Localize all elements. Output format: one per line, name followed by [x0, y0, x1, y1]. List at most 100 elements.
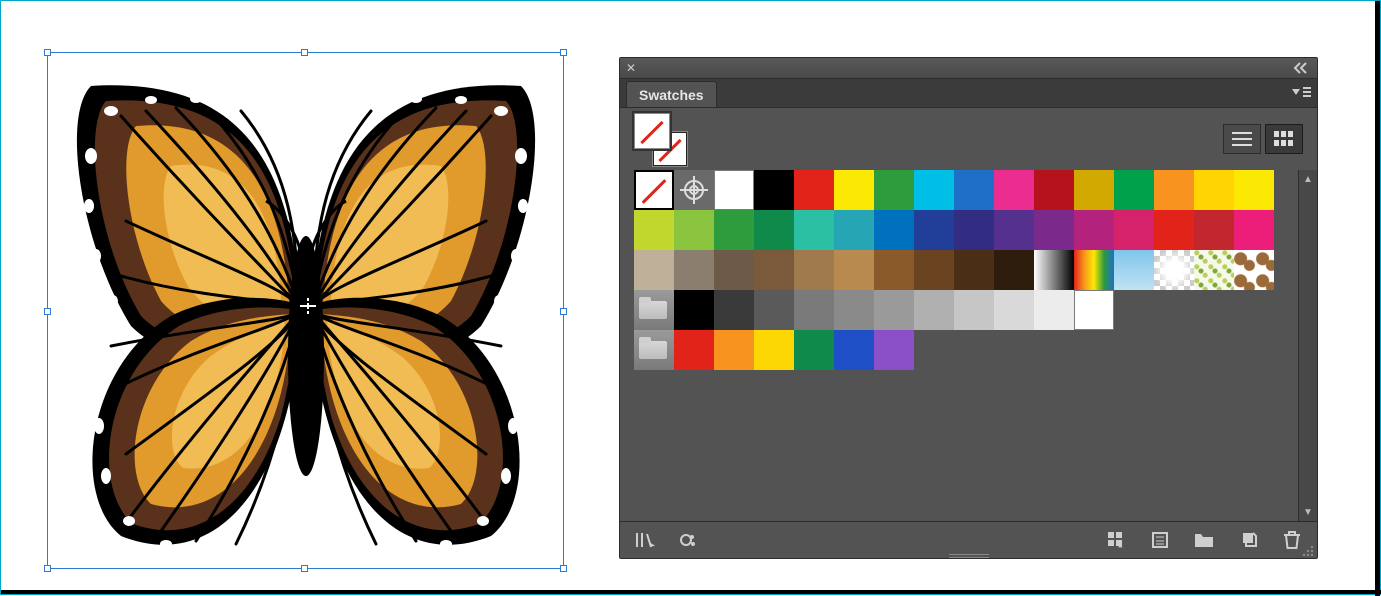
swatch-options-button[interactable] [1105, 529, 1127, 551]
swatch-1-3[interactable] [754, 210, 794, 250]
swatches-tab[interactable]: Swatches [626, 81, 717, 107]
swatch-3-10[interactable] [1034, 290, 1074, 330]
swatch-2-7[interactable] [914, 250, 954, 290]
panel-drag-handle[interactable] [939, 553, 999, 558]
new-folder-button[interactable] [1193, 529, 1215, 551]
swatch-1-10[interactable] [1034, 210, 1074, 250]
swatch-0-9[interactable] [994, 170, 1034, 210]
swatch-3-5[interactable] [834, 290, 874, 330]
swatch-1-6[interactable] [874, 210, 914, 250]
swatch-2-9[interactable] [994, 250, 1034, 290]
swatch-1-9[interactable] [994, 210, 1034, 250]
panel-tab-row: Swatches [620, 79, 1317, 108]
fill-swatch[interactable] [634, 113, 670, 149]
selection-handle-sw[interactable] [44, 565, 51, 572]
swatch-4-6[interactable] [874, 330, 914, 370]
swatch-2-8[interactable] [954, 250, 994, 290]
swatch-4-0[interactable] [634, 330, 674, 370]
swatch-4-1[interactable] [674, 330, 714, 370]
swatch-1-8[interactable] [954, 210, 994, 250]
swatch-0-1[interactable] [674, 170, 714, 210]
swatch-1-7[interactable] [914, 210, 954, 250]
fill-stroke-indicator[interactable] [634, 113, 686, 165]
selection-handle-e[interactable] [560, 308, 567, 315]
swatch-4-2[interactable] [714, 330, 754, 370]
swatch-0-4[interactable] [794, 170, 834, 210]
swatch-0-6[interactable] [874, 170, 914, 210]
swatch-3-9[interactable] [994, 290, 1034, 330]
panel-menu-icon[interactable] [1285, 82, 1317, 105]
show-kinds-button[interactable] [678, 529, 700, 551]
panel-titlebar[interactable]: ✕ [620, 58, 1317, 79]
selection-handle-ne[interactable] [560, 49, 567, 56]
swatch-grid [620, 170, 1298, 521]
swatch-2-13[interactable] [1154, 250, 1194, 290]
swatch-0-14[interactable] [1194, 170, 1234, 210]
swatch-2-0[interactable] [634, 250, 674, 290]
swatch-3-8[interactable] [954, 290, 994, 330]
swatch-libraries-button[interactable] [634, 529, 656, 551]
swatch-2-14[interactable] [1194, 250, 1234, 290]
selection-handle-n[interactable] [301, 49, 308, 56]
swatch-0-15[interactable] [1234, 170, 1274, 210]
selection-handle-se[interactable] [560, 565, 567, 572]
swatch-0-10[interactable] [1034, 170, 1074, 210]
swatch-1-0[interactable] [634, 210, 674, 250]
swatch-1-2[interactable] [714, 210, 754, 250]
swatch-0-13[interactable] [1154, 170, 1194, 210]
swatch-2-10[interactable] [1034, 250, 1074, 290]
swatch-0-2[interactable] [714, 170, 754, 210]
swatch-2-5[interactable] [834, 250, 874, 290]
swatch-3-11[interactable] [1074, 290, 1114, 330]
swatch-2-3[interactable] [754, 250, 794, 290]
swatches-panel: ✕ Swatches ▲ ▼ [619, 57, 1318, 559]
swatch-3-4[interactable] [794, 290, 834, 330]
scroll-down-icon[interactable]: ▼ [1299, 503, 1317, 521]
selection-center-icon [300, 298, 316, 314]
swatch-2-15[interactable] [1234, 250, 1274, 290]
swatch-3-3[interactable] [754, 290, 794, 330]
new-color-group-button[interactable] [1149, 529, 1171, 551]
swatch-2-2[interactable] [714, 250, 754, 290]
swatch-1-15[interactable] [1234, 210, 1274, 250]
selection-handle-nw[interactable] [44, 49, 51, 56]
swatch-0-12[interactable] [1114, 170, 1154, 210]
swatch-0-8[interactable] [954, 170, 994, 210]
panel-scrollbar[interactable]: ▲ ▼ [1298, 170, 1317, 521]
swatch-1-1[interactable] [674, 210, 714, 250]
new-swatch-button[interactable] [1237, 529, 1259, 551]
swatch-1-4[interactable] [794, 210, 834, 250]
swatch-0-11[interactable] [1074, 170, 1114, 210]
swatch-0-0[interactable] [634, 170, 674, 210]
swatch-0-3[interactable] [754, 170, 794, 210]
delete-swatch-button[interactable] [1281, 529, 1303, 551]
panel-collapse-icon[interactable] [1293, 62, 1311, 74]
swatch-0-5[interactable] [834, 170, 874, 210]
swatch-3-6[interactable] [874, 290, 914, 330]
swatch-1-12[interactable] [1114, 210, 1154, 250]
swatch-3-2[interactable] [714, 290, 754, 330]
swatch-3-1[interactable] [674, 290, 714, 330]
swatch-2-6[interactable] [874, 250, 914, 290]
swatch-4-4[interactable] [794, 330, 834, 370]
swatch-4-5[interactable] [834, 330, 874, 370]
swatch-2-1[interactable] [674, 250, 714, 290]
swatch-1-11[interactable] [1074, 210, 1114, 250]
selection-handle-w[interactable] [44, 308, 51, 315]
swatch-4-3[interactable] [754, 330, 794, 370]
swatch-3-0[interactable] [634, 290, 674, 330]
swatch-2-4[interactable] [794, 250, 834, 290]
thumbnail-view-button[interactable] [1265, 124, 1303, 154]
swatch-3-7[interactable] [914, 290, 954, 330]
swatch-1-5[interactable] [834, 210, 874, 250]
scroll-up-icon[interactable]: ▲ [1299, 170, 1317, 188]
panel-resize-grip[interactable] [1301, 542, 1315, 556]
list-view-button[interactable] [1223, 124, 1261, 154]
swatch-2-11[interactable] [1074, 250, 1114, 290]
panel-close-icon[interactable]: ✕ [626, 61, 636, 75]
swatch-1-14[interactable] [1194, 210, 1234, 250]
swatch-1-13[interactable] [1154, 210, 1194, 250]
swatch-0-7[interactable] [914, 170, 954, 210]
selection-handle-s[interactable] [301, 565, 308, 572]
swatch-2-12[interactable] [1114, 250, 1154, 290]
